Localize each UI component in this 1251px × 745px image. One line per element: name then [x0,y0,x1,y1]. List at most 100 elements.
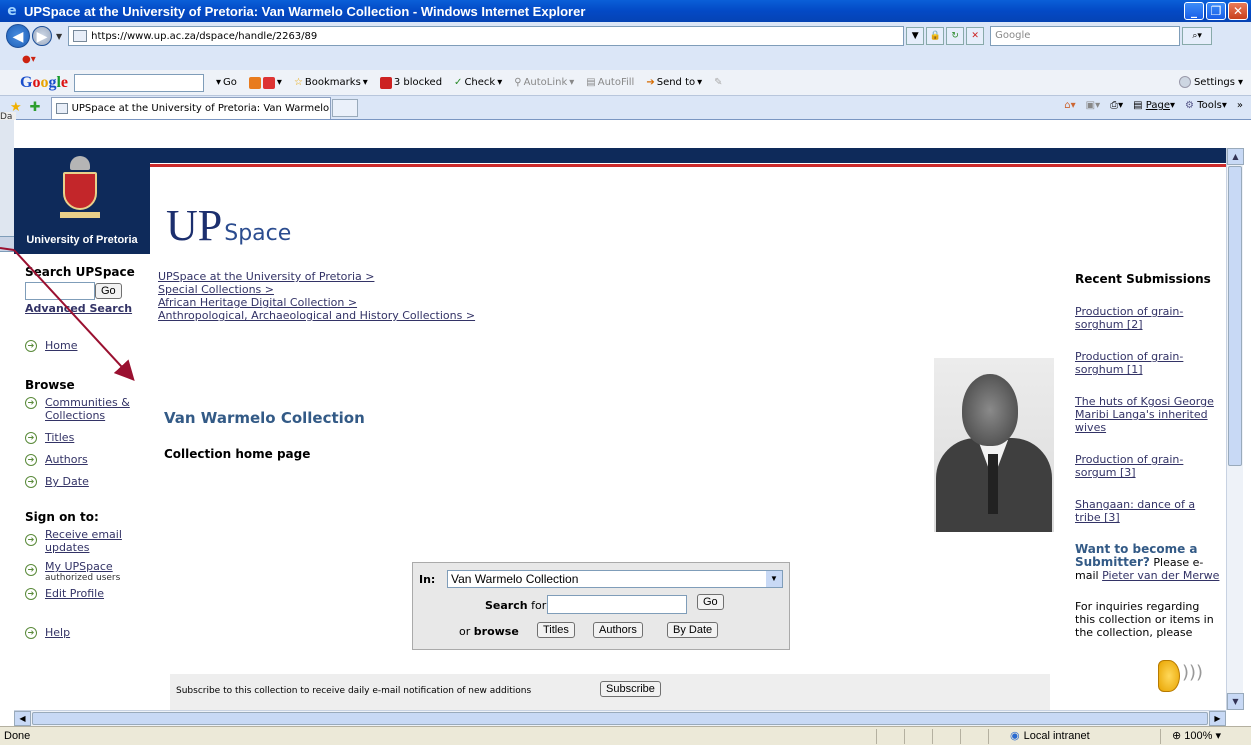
header-navy-band [14,148,1226,163]
gear-icon: ⚙ [1185,100,1195,111]
new-tab-button[interactable] [331,98,358,117]
page-viewport: University of Pretoria UPSpace Search UP… [14,120,1226,710]
maximize-button[interactable]: ❐ [1206,2,1226,20]
scroll-up-icon[interactable]: ▲ [1227,148,1244,165]
scroll-left-icon[interactable]: ◀ [14,711,31,726]
recent-item[interactable]: Production of grain-sorgum [3] [1075,453,1220,479]
arrow-bullet-icon: ➔ [25,534,37,546]
background-window-edge [0,120,14,250]
breadcrumb-upspace[interactable]: UPSpace at the University of Pretoria > [158,270,374,283]
horizontal-scrollbar[interactable]: ◀ ▶ [14,710,1226,726]
tools-menu[interactable]: ⚙ Tools▾ [1185,100,1227,111]
breadcrumb-special-collections[interactable]: Special Collections > [158,283,274,296]
vertical-scrollbar[interactable]: ▲ ▼ [1226,148,1244,710]
advanced-search-link[interactable]: Advanced Search [25,302,150,315]
hscroll-thumb[interactable] [32,712,1208,725]
search-scope-select[interactable]: Van Warmelo Collection ▼ [447,570,783,588]
page-menu[interactable]: ▤ Page▾ [1133,100,1175,111]
sidebar-search-input[interactable] [25,282,95,300]
browse-communities-link[interactable]: Communities & Collections [45,396,135,422]
recent-item[interactable]: Production of grain-sorghum [2] [1075,305,1220,331]
sidebar-go-button[interactable]: Go [95,283,122,299]
subscribe-button[interactable]: Subscribe [600,681,661,697]
recent-submissions: Recent Submissions Production of grain-s… [1075,273,1220,640]
search-input[interactable]: Google [990,26,1181,46]
autolink-button[interactable]: ⚲ AutoLink ▾ [514,77,574,88]
browse-authors-button[interactable]: Authors [593,622,643,638]
browse-titles-link[interactable]: Titles [45,431,74,444]
window-controls: _ ❐ ✕ [1184,2,1248,20]
page-icon [73,30,88,42]
status-text: Done [4,730,31,742]
recent-item[interactable]: Shangaan: dance of a tribe [3] [1075,498,1220,524]
refresh-icon[interactable]: ↻ [946,27,965,45]
close-button[interactable]: ✕ [1228,2,1248,20]
breadcrumb: UPSpace at the University of Pretoria > … [158,270,475,322]
home-icon[interactable]: ⌂▾ [1064,100,1075,111]
home-link[interactable]: Home [45,339,77,352]
forward-button[interactable]: ▶ [32,26,52,46]
google-go-button[interactable]: ▾ Go [216,77,237,88]
browse-by-date-link[interactable]: By Date [45,475,89,488]
collection-search-input[interactable] [547,595,687,614]
feeds-icon[interactable]: ▣▾ [1086,100,1100,111]
security-zone[interactable]: ◉ Local intranet [1010,729,1090,743]
bookmarks-button[interactable]: ☆ Bookmarks ▾ [294,77,368,88]
google-extra-icons[interactable]: ▾ [248,76,282,89]
history-dropdown-icon[interactable]: ▼ [56,32,62,41]
feed-icon[interactable]: ●▾ [22,54,36,65]
url-field[interactable]: https://www.up.ac.za/dspace/handle/2263/… [68,26,905,46]
scroll-right-icon[interactable]: ▶ [1209,711,1226,726]
address-bar: ◀ ▶ ▼ https://www.up.ac.za/dspace/handle… [0,22,1251,50]
print-icon[interactable]: ⎙▾ [1110,100,1123,111]
recent-item[interactable]: Production of grain-sorghum [1] [1075,350,1220,376]
collection-search-box: In: Van Warmelo Collection ▼ Search for … [412,562,790,650]
scroll-thumb[interactable] [1228,166,1242,466]
minimize-button[interactable]: _ [1184,2,1204,20]
spell-check-icon: ✓ [454,77,463,88]
favorites-icon-row: ●▾ [0,50,1251,70]
browse-heading: Browse [25,378,75,392]
breadcrumb-african-heritage[interactable]: African Heritage Digital Collection > [158,296,357,309]
upspace-logo[interactable]: UPSpace [166,200,291,251]
my-upspace-link[interactable]: My UPSpace [45,560,113,573]
collection-go-button[interactable]: Go [697,594,724,610]
receive-email-link[interactable]: Receive email updates [45,528,135,554]
tab-active[interactable]: UPSpace at the University of Pretoria: V… [50,96,331,119]
subscribe-text: Subscribe to this collection to receive … [176,686,532,696]
autofill-button[interactable]: ▤ AutoFill [586,77,634,88]
help-link[interactable]: Help [45,626,70,639]
breadcrumb-anthropological[interactable]: Anthropological, Archaeological and Hist… [158,309,475,322]
url-dropdown-icon[interactable]: ▼ [906,27,925,45]
settings-button[interactable]: Settings ▾ [1178,76,1243,88]
stop-icon[interactable]: ✕ [966,27,985,45]
scroll-down-icon[interactable]: ▼ [1227,693,1244,710]
add-favorites-icon[interactable]: ✚ [30,100,41,115]
autolink-icon: ⚲ [514,77,522,88]
window-title: UPSpace at the University of Pretoria: V… [24,3,586,19]
google-search-input[interactable] [74,73,205,92]
popup-blocker-button[interactable]: 3 blocked [379,76,442,89]
contact-link[interactable]: Pieter van der Merwe [1102,569,1219,582]
sidebar: Search UPSpace Go Advanced Search ➔ Home … [14,265,150,639]
edit-profile-link[interactable]: Edit Profile [45,587,104,600]
zoom-level[interactable]: ⊕ 100% ▾ [1172,729,1221,742]
browse-authors-link[interactable]: Authors [45,453,88,466]
tab-row: ★ ✚ UPSpace at the University of Pretori… [0,96,1251,120]
subscribe-bar: Subscribe to this collection to receive … [170,674,1050,710]
browse-by-date-button[interactable]: By Date [667,622,719,638]
back-button[interactable]: ◀ [6,24,30,48]
highlight-icon[interactable]: ✎ [714,77,722,88]
speaker-icon[interactable]: ))) [1152,648,1203,704]
university-logo[interactable]: University of Pretoria [14,148,150,254]
crest-icon [60,156,100,224]
recent-item[interactable]: The huts of Kgosi George Maribi Langa's … [1075,395,1220,434]
submitter-info: Want to become a Submitter? Please e-mai… [1075,543,1220,583]
chevron-more-icon[interactable]: » [1237,100,1243,111]
search-icon[interactable]: ⌕▾ [1182,27,1213,45]
lock-icon[interactable]: 🔒 [926,27,945,45]
arrow-bullet-icon: ➔ [25,454,37,466]
browse-titles-button[interactable]: Titles [537,622,575,638]
send-to-button[interactable]: ➔ Send to ▾ [646,77,702,88]
spell-check-button[interactable]: ✓ Check ▾ [454,77,502,88]
